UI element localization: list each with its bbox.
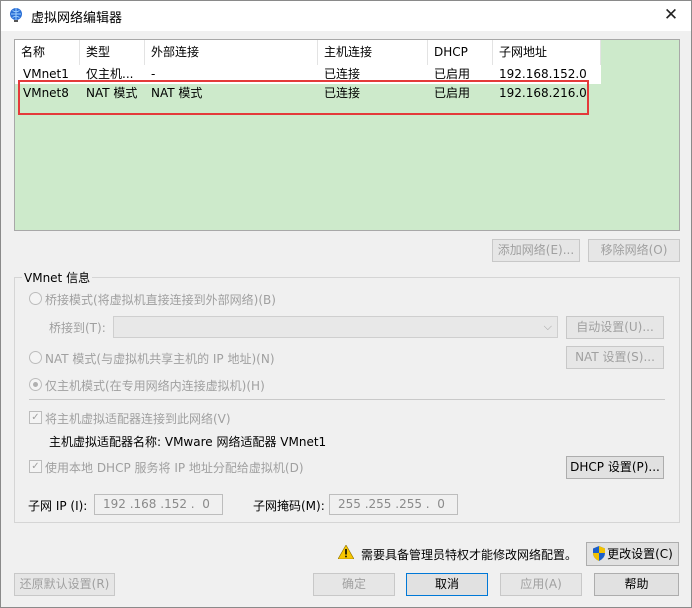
- apply-button[interactable]: 应用(A): [500, 573, 582, 596]
- column-header-external[interactable]: 外部连接: [145, 40, 318, 65]
- cell-external: -: [151, 67, 156, 81]
- restore-defaults-button[interactable]: 还原默认设置(R): [14, 573, 115, 596]
- cell-type: 仅主机...: [86, 67, 134, 81]
- cell-host: 已连接: [324, 67, 361, 81]
- host-adapter-name: 主机虚拟适配器名称: VMware 网络适配器 VMnet1: [49, 435, 327, 449]
- title-bar: 虚拟网络编辑器 ✕: [1, 1, 691, 31]
- network-table[interactable]: 名称 类型 外部连接 主机连接 DHCP 子网地址 VMnet1 仅主机... …: [14, 39, 680, 231]
- cell-dhcp: 已启用: [434, 86, 471, 100]
- admin-notice: 需要具备管理员特权才能修改网络配置。: [361, 548, 578, 562]
- change-settings-label: 更改设置(C): [607, 546, 673, 561]
- cell-subnet: 192.168.216.0: [499, 86, 587, 100]
- column-header-subnet[interactable]: 子网地址: [493, 40, 601, 65]
- cancel-button[interactable]: 取消: [406, 573, 488, 596]
- add-network-button[interactable]: 添加网络(E)...: [492, 239, 580, 262]
- remove-network-button[interactable]: 移除网络(O): [588, 239, 680, 262]
- table-row-vmnet8[interactable]: VMnet8 NAT 模式 NAT 模式 已连接 已启用 192.168.216…: [15, 84, 601, 103]
- cell-name: VMnet1: [23, 67, 69, 81]
- subnet-mask-input[interactable]: 255 .255 .255 . 0: [329, 494, 458, 515]
- uac-shield-icon: [593, 545, 606, 561]
- column-header-type[interactable]: 类型: [80, 40, 145, 65]
- nat-mode-radio[interactable]: [29, 351, 42, 364]
- subnet-ip-label: 子网 IP (I):: [28, 499, 88, 513]
- bridged-to-label: 桥接到(T):: [49, 321, 106, 335]
- column-header-dhcp[interactable]: DHCP: [428, 40, 493, 65]
- close-button[interactable]: ✕: [659, 4, 683, 26]
- host-only-mode-label: 仅主机模式(在专用网络内连接虚拟机)(H): [45, 379, 265, 393]
- table-header: 名称 类型 外部连接 主机连接 DHCP 子网地址: [15, 40, 601, 65]
- connect-host-adapter-checkbox[interactable]: ✓: [29, 411, 42, 424]
- window-title: 虚拟网络编辑器: [31, 11, 123, 26]
- cell-subnet: 192.168.152.0: [499, 67, 587, 81]
- cell-name: VMnet8: [23, 86, 69, 100]
- connect-host-adapter-label: 将主机虚拟适配器连接到此网络(V): [45, 412, 231, 426]
- subnet-ip-input[interactable]: 192 .168 .152 . 0: [94, 494, 223, 515]
- bridged-mode-label: 桥接模式(将虚拟机直接连接到外部网络)(B): [45, 293, 276, 307]
- network-globe-icon: [10, 8, 22, 22]
- use-dhcp-label: 使用本地 DHCP 服务将 IP 地址分配给虚拟机(D): [45, 461, 304, 475]
- help-button[interactable]: 帮助: [594, 573, 679, 596]
- host-only-mode-radio[interactable]: [29, 378, 42, 391]
- section-divider: [29, 399, 665, 400]
- cell-type: NAT 模式: [86, 86, 138, 100]
- virtual-network-editor-window: 虚拟网络编辑器 ✕ 名称 类型 外部连接 主机连接 DHCP 子网地址 VMne…: [0, 0, 692, 608]
- vmnet-info-title: VMnet 信息: [22, 269, 93, 286]
- column-header-host[interactable]: 主机连接: [318, 40, 428, 65]
- subnet-mask-label: 子网掩码(M):: [253, 499, 325, 513]
- dhcp-settings-button[interactable]: DHCP 设置(P)...: [566, 456, 664, 479]
- change-settings-button[interactable]: 更改设置(C): [586, 542, 679, 566]
- column-header-name[interactable]: 名称: [15, 40, 80, 65]
- cell-host: 已连接: [324, 86, 361, 100]
- nat-settings-button[interactable]: NAT 设置(S)...: [566, 346, 664, 369]
- nat-mode-label: NAT 模式(与虚拟机共享主机的 IP 地址)(N): [45, 352, 275, 366]
- bridged-to-select[interactable]: ⌵: [113, 316, 558, 338]
- use-dhcp-checkbox[interactable]: ✓: [29, 460, 42, 473]
- bridged-mode-radio[interactable]: [29, 292, 42, 305]
- ok-button[interactable]: 确定: [313, 573, 395, 596]
- warning-icon: [338, 545, 354, 559]
- close-icon: ✕: [663, 5, 679, 25]
- table-row-vmnet1[interactable]: VMnet1 仅主机... - 已连接 已启用 192.168.152.0: [15, 65, 601, 84]
- cell-external: NAT 模式: [151, 86, 203, 100]
- vmnet-info-group: [14, 277, 680, 523]
- cell-dhcp: 已启用: [434, 67, 471, 81]
- chevron-down-icon: ⌵: [543, 320, 552, 333]
- auto-settings-button[interactable]: 自动设置(U)...: [566, 316, 664, 339]
